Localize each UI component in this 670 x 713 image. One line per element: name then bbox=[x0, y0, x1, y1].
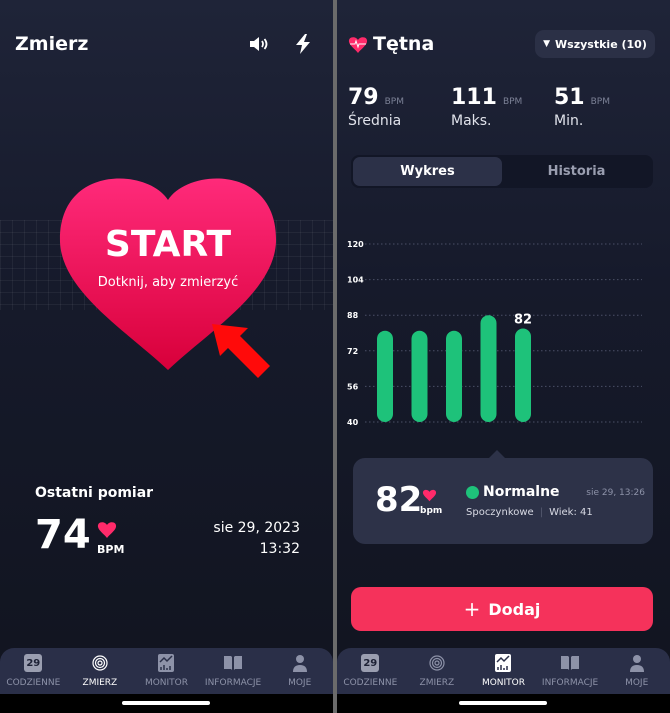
calendar-icon: 29 bbox=[361, 654, 380, 672]
heart-rate-chart: 120 104 88 72 56 40 82 bbox=[347, 240, 642, 427]
calendar-icon: 29 bbox=[24, 654, 43, 672]
tab-label: MONITOR bbox=[144, 678, 189, 688]
stat-max: 111 BPM Maks. bbox=[451, 85, 522, 129]
tab-label: ZMIERZ bbox=[82, 678, 118, 688]
stat-unit: BPM bbox=[590, 97, 610, 107]
tab-label: MOJE bbox=[625, 678, 649, 688]
y-tick-label: 88 bbox=[347, 311, 359, 320]
tab-informacje[interactable]: INFORMACJE bbox=[200, 648, 267, 694]
bar[interactable] bbox=[446, 330, 462, 422]
tab-history[interactable]: Historia bbox=[502, 157, 651, 186]
chart-icon bbox=[495, 654, 512, 672]
age-label: Wiek: 41 bbox=[549, 507, 593, 518]
view-segmented-control: Wykres Historia bbox=[351, 155, 653, 188]
flash-icon[interactable] bbox=[294, 34, 312, 54]
bar[interactable] bbox=[411, 330, 428, 422]
stat-label: Średnia bbox=[348, 113, 402, 129]
home-indicator[interactable] bbox=[122, 701, 210, 705]
plus-icon: + bbox=[463, 597, 481, 621]
filter-icon: ▼ bbox=[543, 39, 551, 49]
stat-unit: BPM bbox=[384, 97, 404, 107]
bar[interactable] bbox=[515, 328, 531, 422]
user-icon bbox=[629, 654, 645, 672]
tab-moje[interactable]: MOJE bbox=[266, 648, 333, 694]
tab-zmierz[interactable]: ZMIERZ bbox=[404, 648, 471, 694]
tab-monitor[interactable]: MONITOR bbox=[470, 648, 537, 694]
fingerprint-icon bbox=[91, 654, 109, 672]
home-indicator[interactable] bbox=[459, 701, 547, 705]
status-dot bbox=[466, 486, 479, 499]
last-measure-unit: BPM bbox=[97, 543, 125, 556]
tab-label: CODZIENNE bbox=[6, 678, 61, 688]
tab-monitor[interactable]: MONITOR bbox=[133, 648, 200, 694]
user-icon bbox=[292, 654, 308, 672]
tab-codzienne[interactable]: 29 CODZIENNE bbox=[0, 648, 67, 694]
page-title: Zmierz bbox=[15, 33, 89, 55]
tab-label: MOJE bbox=[288, 678, 312, 688]
tab-label: MONITOR bbox=[481, 678, 526, 688]
speaker-icon[interactable] bbox=[249, 36, 269, 52]
bar[interactable] bbox=[377, 330, 393, 422]
heart-icon bbox=[97, 522, 117, 538]
card-details: Spoczynkowe | Wiek: 41 bbox=[466, 507, 593, 518]
add-label: Dodaj bbox=[488, 599, 541, 619]
last-measure-heading: Ostatni pomiar bbox=[35, 485, 154, 501]
last-measure-date: sie 29, 2023 bbox=[213, 520, 300, 536]
heart-icon bbox=[422, 489, 437, 502]
monitor-screen: Tętna ▼ Wszystkie (10) 79 BPM Średnia 111 BP… bbox=[337, 0, 670, 713]
arrow-icon bbox=[212, 324, 270, 378]
stat-unit: BPM bbox=[502, 97, 523, 107]
selected-measure-card[interactable]: 82 bpm Normalne sie 29, 13:26 Spoczynkow… bbox=[353, 450, 653, 544]
start-hint: Dotknij, aby zmierzyć bbox=[97, 275, 239, 290]
measure-screen: Zmierz START Dotknij, aby zmierzyć Ostat… bbox=[0, 0, 333, 713]
tab-label: INFORMACJE bbox=[541, 678, 599, 688]
stat-min: 51 BPM Min. bbox=[554, 85, 610, 129]
stat-label: Min. bbox=[554, 113, 584, 129]
bar-value-label: 82 bbox=[514, 313, 532, 328]
last-measure-value: 74 bbox=[35, 512, 91, 558]
chart-icon bbox=[158, 654, 175, 672]
tab-chart[interactable]: Wykres bbox=[353, 157, 502, 186]
tab-zmierz[interactable]: ZMIERZ bbox=[67, 648, 134, 694]
tab-label: CODZIENNE bbox=[343, 678, 398, 688]
stat-value: 79 bbox=[348, 85, 379, 110]
tab-label: INFORMACJE bbox=[204, 678, 262, 688]
tab-label: ZMIERZ bbox=[419, 678, 455, 688]
y-tick-label: 40 bbox=[347, 418, 359, 427]
y-tick-label: 56 bbox=[347, 382, 359, 391]
bar[interactable] bbox=[480, 315, 497, 422]
tab-informacje[interactable]: INFORMACJE bbox=[537, 648, 604, 694]
heart-pulse-icon bbox=[348, 37, 368, 53]
bottom-tab-bar: 29 CODZIENNE ZMIERZ MONITOR INFORMACJE MOJE bbox=[0, 648, 333, 694]
stat-value: 111 bbox=[451, 85, 497, 110]
filter-label: Wszystkie (10) bbox=[555, 37, 647, 51]
y-tick-label: 104 bbox=[347, 276, 364, 285]
start-label: START bbox=[104, 224, 232, 265]
filter-button[interactable]: ▼ Wszystkie (10) bbox=[535, 30, 655, 58]
fingerprint-icon bbox=[428, 654, 446, 672]
book-icon bbox=[560, 654, 580, 672]
stat-average: 79 BPM Średnia bbox=[348, 85, 404, 129]
page-title: Tętna bbox=[373, 33, 435, 55]
card-date: sie 29, 13:26 bbox=[586, 488, 645, 498]
activity-type: Spoczynkowe bbox=[466, 507, 534, 518]
card-unit: bpm bbox=[420, 506, 443, 516]
y-tick-label: 120 bbox=[347, 240, 364, 249]
book-icon bbox=[223, 654, 243, 672]
tab-moje[interactable]: MOJE bbox=[603, 648, 670, 694]
stat-value: 51 bbox=[554, 85, 585, 110]
last-measure-time: 13:32 bbox=[259, 541, 300, 557]
y-tick-label: 72 bbox=[347, 347, 358, 356]
stat-label: Maks. bbox=[451, 113, 492, 129]
add-button[interactable]: + Dodaj bbox=[351, 587, 653, 631]
status-label: Normalne bbox=[483, 484, 560, 500]
bottom-tab-bar: 29 CODZIENNE ZMIERZ MONITOR INFORMACJE MOJE bbox=[337, 648, 670, 694]
card-value: 82 bbox=[375, 480, 423, 520]
tab-codzienne[interactable]: 29 CODZIENNE bbox=[337, 648, 404, 694]
